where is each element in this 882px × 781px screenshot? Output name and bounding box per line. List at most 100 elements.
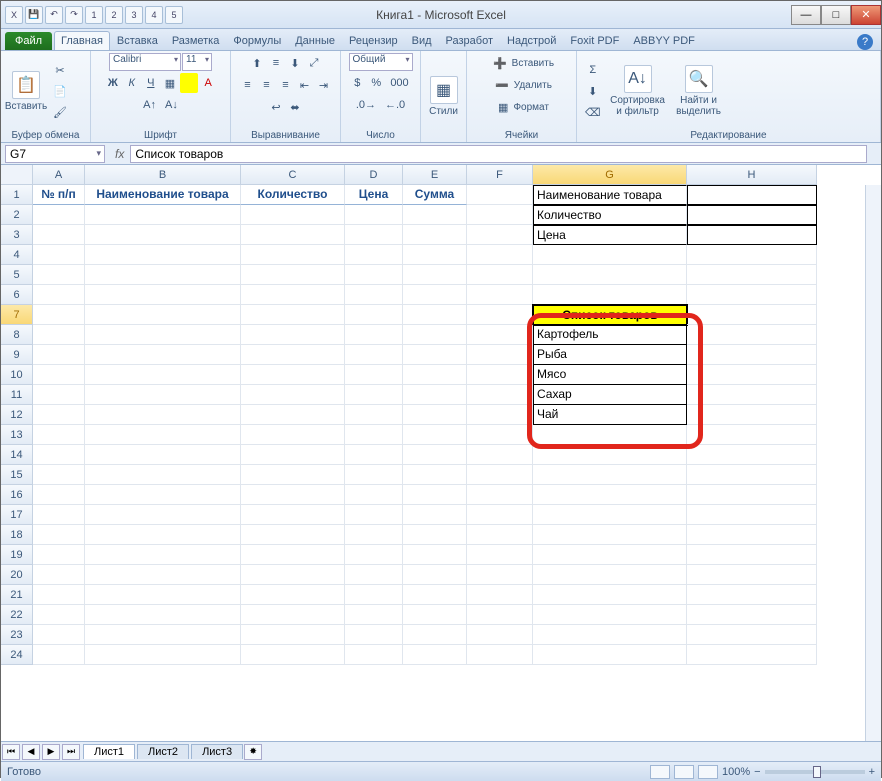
tab-view[interactable]: Вид (405, 31, 439, 50)
cell-F4[interactable] (467, 245, 533, 265)
cell-H16[interactable] (687, 485, 817, 505)
cell-B2[interactable] (85, 205, 241, 225)
row-header-11[interactable]: 11 (1, 385, 33, 405)
cell-G5[interactable] (533, 265, 687, 285)
cell-E8[interactable] (403, 325, 467, 345)
percent-icon[interactable]: % (367, 73, 385, 93)
cell-E15[interactable] (403, 465, 467, 485)
cell-D16[interactable] (345, 485, 403, 505)
cell-G16[interactable] (533, 485, 687, 505)
row-header-8[interactable]: 8 (1, 325, 33, 345)
save-icon[interactable]: 💾 (25, 6, 43, 24)
cell-C22[interactable] (241, 605, 345, 625)
row-header-21[interactable]: 21 (1, 585, 33, 605)
row-header-13[interactable]: 13 (1, 425, 33, 445)
tab-formulas[interactable]: Формулы (226, 31, 288, 50)
comma-icon[interactable]: 000 (386, 73, 412, 93)
cell-D21[interactable] (345, 585, 403, 605)
cell-E1[interactable]: Сумма (403, 185, 467, 205)
row-header-14[interactable]: 14 (1, 445, 33, 465)
cell-A10[interactable] (33, 365, 85, 385)
sheet-tab-3[interactable]: Лист3 (191, 744, 243, 759)
cell-A4[interactable] (33, 245, 85, 265)
cell-C4[interactable] (241, 245, 345, 265)
qa-1[interactable]: 1 (85, 6, 103, 24)
insert-cells-button[interactable]: ➕ (489, 53, 511, 73)
cell-F7[interactable] (467, 305, 533, 325)
cell-G7[interactable]: Список товаров (533, 305, 687, 325)
cell-H4[interactable] (687, 245, 817, 265)
cell-B22[interactable] (85, 605, 241, 625)
cell-G4[interactable] (533, 245, 687, 265)
cell-B13[interactable] (85, 425, 241, 445)
cell-A5[interactable] (33, 265, 85, 285)
cell-F24[interactable] (467, 645, 533, 665)
cell-G13[interactable] (533, 425, 687, 445)
formula-input[interactable]: Список товаров (130, 145, 867, 163)
row-header-19[interactable]: 19 (1, 545, 33, 565)
underline-button[interactable]: Ч (142, 73, 160, 93)
row-header-17[interactable]: 17 (1, 505, 33, 525)
indent-dec-icon[interactable]: ⇤ (296, 75, 314, 95)
cell-A19[interactable] (33, 545, 85, 565)
cell-E13[interactable] (403, 425, 467, 445)
excel-icon[interactable]: X (5, 6, 23, 24)
cell-C2[interactable] (241, 205, 345, 225)
row-header-12[interactable]: 12 (1, 405, 33, 425)
cell-H3[interactable] (687, 225, 817, 245)
cell-D6[interactable] (345, 285, 403, 305)
cell-A16[interactable] (33, 485, 85, 505)
cell-H24[interactable] (687, 645, 817, 665)
tab-nav-first-icon[interactable]: ⏮ (2, 744, 20, 760)
cell-E22[interactable] (403, 605, 467, 625)
cell-F10[interactable] (467, 365, 533, 385)
cell-A21[interactable] (33, 585, 85, 605)
cell-C8[interactable] (241, 325, 345, 345)
cell-E12[interactable] (403, 405, 467, 425)
redo-icon[interactable]: ↷ (65, 6, 83, 24)
align-left-icon[interactable]: ≡ (239, 75, 257, 95)
tab-review[interactable]: Рецензир (342, 31, 405, 50)
orientation-icon[interactable]: ⤢ (305, 53, 323, 73)
cell-H20[interactable] (687, 565, 817, 585)
sheet-tab-2[interactable]: Лист2 (137, 744, 189, 759)
cell-F3[interactable] (467, 225, 533, 245)
cell-H12[interactable] (687, 405, 817, 425)
col-header-D[interactable]: D (345, 165, 403, 185)
cell-C12[interactable] (241, 405, 345, 425)
cell-H7[interactable] (687, 305, 817, 325)
tab-abbyy[interactable]: ABBYY PDF (626, 31, 702, 50)
cell-H6[interactable] (687, 285, 817, 305)
row-header-7[interactable]: 7 (1, 305, 33, 325)
cell-E10[interactable] (403, 365, 467, 385)
cell-E24[interactable] (403, 645, 467, 665)
cell-C20[interactable] (241, 565, 345, 585)
cell-A7[interactable] (33, 305, 85, 325)
qa-5[interactable]: 5 (165, 6, 183, 24)
cell-G19[interactable] (533, 545, 687, 565)
cell-A15[interactable] (33, 465, 85, 485)
tab-addins[interactable]: Надстрой (500, 31, 563, 50)
delete-cells-button[interactable]: ➖ (491, 75, 513, 95)
cell-A20[interactable] (33, 565, 85, 585)
cell-E7[interactable] (403, 305, 467, 325)
col-header-F[interactable]: F (467, 165, 533, 185)
tab-layout[interactable]: Разметка (165, 31, 227, 50)
sheet-tab-1[interactable]: Лист1 (83, 744, 135, 759)
file-tab[interactable]: Файл (5, 32, 52, 50)
font-shrink-icon[interactable]: A↓ (161, 95, 182, 115)
cell-D10[interactable] (345, 365, 403, 385)
cell-G15[interactable] (533, 465, 687, 485)
cell-G8[interactable]: Картофель (533, 325, 687, 345)
cell-B11[interactable] (85, 385, 241, 405)
currency-icon[interactable]: $ (348, 73, 366, 93)
cell-B3[interactable] (85, 225, 241, 245)
qa-4[interactable]: 4 (145, 6, 163, 24)
cell-F18[interactable] (467, 525, 533, 545)
cell-H2[interactable] (687, 205, 817, 225)
cell-C19[interactable] (241, 545, 345, 565)
cell-G10[interactable]: Мясо (533, 365, 687, 385)
cell-A18[interactable] (33, 525, 85, 545)
select-all-corner[interactable] (1, 165, 33, 185)
cell-D1[interactable]: Цена (345, 185, 403, 205)
